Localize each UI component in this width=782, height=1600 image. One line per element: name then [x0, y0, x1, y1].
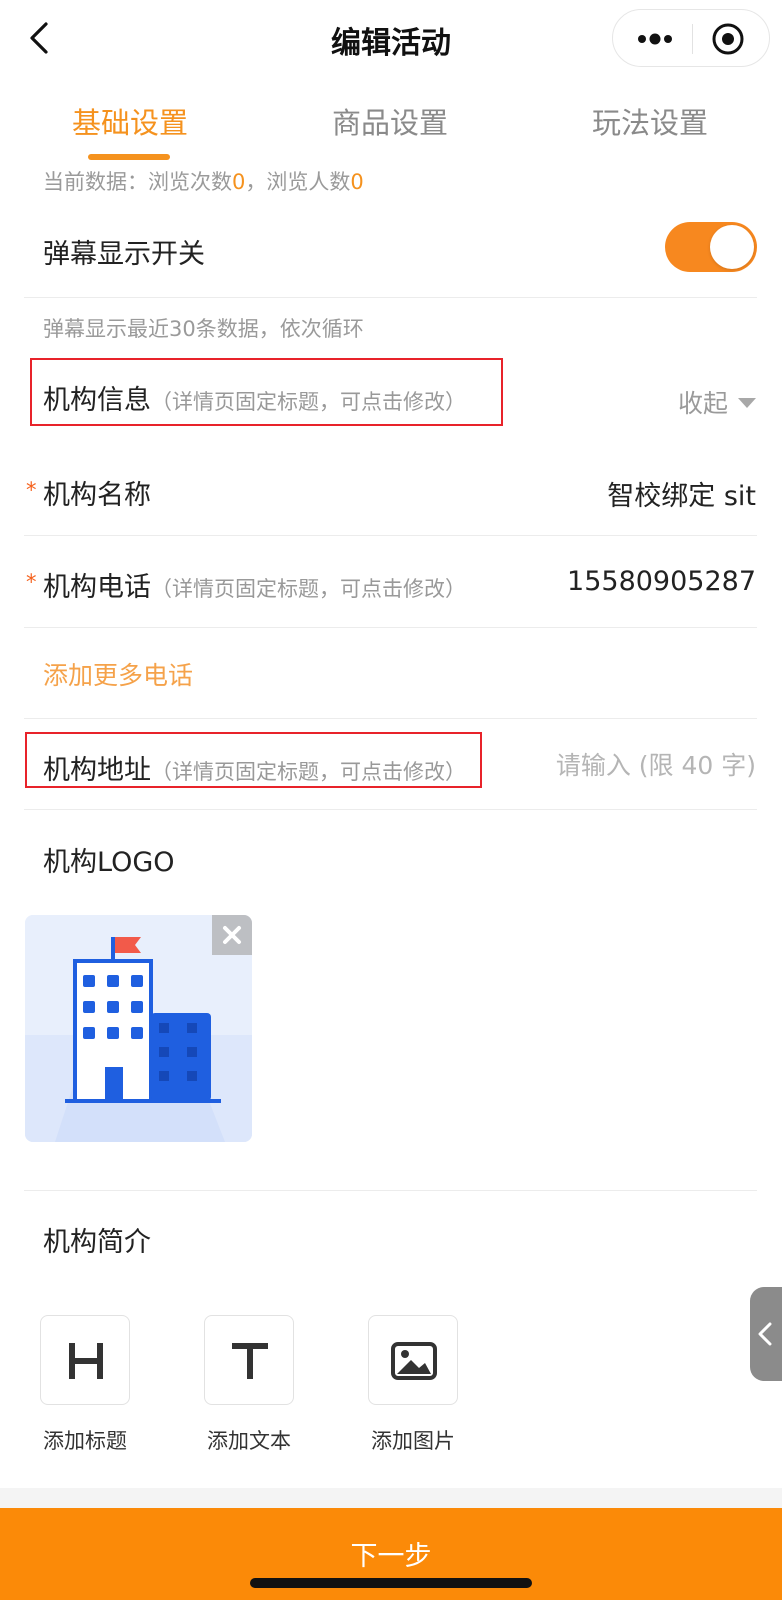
org-address-input[interactable]: 请输入 (限 40 字): [556, 746, 756, 782]
image-icon: [391, 1342, 437, 1380]
stats-prefix: 当前数据：浏览次数: [43, 170, 232, 194]
mini-program-capsule: [612, 9, 770, 67]
org-phone-label: 机构电话: [43, 572, 151, 603]
heading-icon: [69, 1343, 103, 1379]
org-logo-label: 机构LOGO: [43, 847, 175, 878]
org-phone-title[interactable]: 机构电话（详情页固定标题，可点击修改）: [43, 565, 466, 604]
add-more-phone-link[interactable]: 添加更多电话: [43, 656, 193, 692]
current-stats: 当前数据：浏览次数0，浏览人数0: [43, 166, 364, 196]
danmaku-toggle[interactable]: [665, 222, 757, 272]
views-count: 0: [232, 170, 246, 194]
active-tab-indicator: [88, 154, 170, 160]
add-text-label: 添加文本: [207, 1429, 291, 1453]
collapse-label: 收起: [678, 389, 729, 418]
nav-bar: 编辑活动: [0, 0, 782, 80]
text-icon: [232, 1343, 268, 1379]
org-intro-label: 机构简介: [43, 1227, 151, 1258]
next-step-label: 下一步: [350, 1541, 432, 1572]
footer-spacer: [0, 1488, 782, 1508]
add-heading-button[interactable]: [40, 1315, 130, 1405]
org-name-value[interactable]: 智校绑定 sit: [607, 474, 756, 513]
caret-down-icon: [738, 398, 757, 408]
visitors-count: 0: [350, 170, 364, 194]
danmaku-note: 弹幕显示最近30条数据，依次循环: [43, 317, 364, 341]
collapse-toggle[interactable]: 收起: [678, 384, 757, 420]
divider: [24, 1190, 757, 1191]
divider: [24, 535, 757, 536]
org-name-label: 机构名称: [43, 480, 151, 511]
close-icon: [223, 926, 241, 944]
close-miniprogram-icon[interactable]: [711, 22, 745, 56]
org-phone-value[interactable]: 15580905287: [567, 566, 756, 597]
add-heading-label: 添加标题: [43, 1429, 127, 1453]
tab-basic-settings[interactable]: 基础设置: [0, 100, 260, 142]
add-image-button[interactable]: [368, 1315, 458, 1405]
divider: [24, 627, 757, 628]
tab-product-settings[interactable]: 商品设置: [260, 100, 520, 142]
divider: [24, 297, 757, 298]
chevron-left-icon: [758, 1322, 772, 1346]
remove-logo-button[interactable]: [212, 915, 252, 955]
required-mark: *: [26, 570, 37, 594]
side-drawer-handle[interactable]: [750, 1287, 782, 1381]
edit-activity-page: 编辑活动 基础设置 商品设置 玩法设置 当前数据：浏览次数0，浏览人数0 弹幕显…: [0, 0, 782, 1600]
capsule-divider: [692, 24, 693, 54]
org-info-hint: （详情页固定标题，可点击修改）: [151, 390, 466, 414]
org-info-label: 机构信息: [43, 385, 151, 416]
toggle-knob: [710, 225, 754, 269]
required-mark: *: [26, 478, 37, 502]
more-icon[interactable]: [635, 24, 675, 54]
home-indicator: [250, 1578, 532, 1588]
tab-gameplay-settings[interactable]: 玩法设置: [520, 100, 780, 142]
org-address-label: 机构地址: [43, 755, 151, 786]
add-text-button[interactable]: [204, 1315, 294, 1405]
org-address-hint: （详情页固定标题，可点击修改）: [151, 760, 466, 784]
org-address-title[interactable]: 机构地址（详情页固定标题，可点击修改）: [43, 748, 466, 787]
tab-bar: 基础设置 商品设置 玩法设置: [0, 92, 782, 162]
add-image-label: 添加图片: [371, 1429, 455, 1453]
divider: [24, 718, 757, 719]
danmaku-label: 弹幕显示开关: [43, 239, 205, 270]
stats-sep: ，浏览人数: [245, 170, 351, 194]
org-phone-hint: （详情页固定标题，可点击修改）: [151, 577, 466, 601]
divider: [24, 809, 757, 810]
org-info-title[interactable]: 机构信息（详情页固定标题，可点击修改）: [43, 378, 466, 417]
